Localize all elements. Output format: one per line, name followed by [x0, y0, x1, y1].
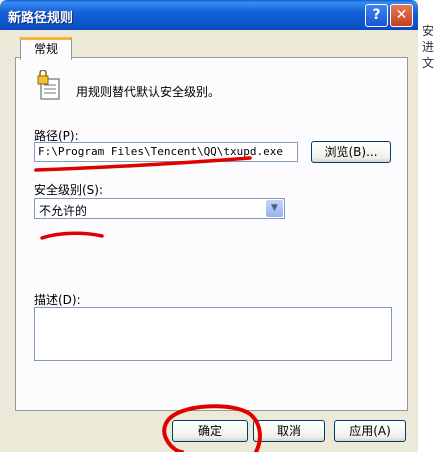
tab-general[interactable]: 常规 [20, 37, 72, 60]
close-button[interactable]: ✕ [390, 4, 413, 27]
dialog-title: 新路径规则 [8, 11, 74, 26]
security-level-label: 安全级别(S): [34, 183, 104, 197]
rule-description-text: 用规则替代默认安全级别。 [76, 85, 221, 99]
description-label: 描述(D): [34, 293, 81, 307]
background-char: 文 [422, 56, 435, 70]
document-lock-icon [37, 70, 60, 100]
browse-button[interactable]: 浏览(B)... [311, 141, 391, 163]
ok-button[interactable]: 确定 [172, 420, 248, 442]
title-bar[interactable]: 新路径规则 ? ✕ [0, 0, 418, 30]
help-button[interactable]: ? [365, 4, 388, 27]
security-level-select[interactable]: 不允许的 ▼ [34, 198, 285, 219]
cancel-button[interactable]: 取消 [253, 420, 325, 442]
apply-button[interactable]: 应用(A) [334, 420, 406, 442]
security-level-value: 不允许的 [39, 204, 88, 218]
path-input[interactable]: F:\Program Files\Tencent\QQ\txupd.exe [34, 142, 298, 162]
chevron-down-icon[interactable]: ▼ [266, 200, 283, 217]
background-char: 安 [422, 24, 435, 38]
background-char: 进 [422, 40, 435, 54]
new-path-rule-dialog: 新路径规则 ? ✕ 常规 用规则替代默认安全级别。 路径(P): F:\Prog… [0, 0, 418, 452]
background-window-strip: 安 进 文 [418, 0, 436, 452]
description-textarea[interactable] [34, 307, 392, 361]
